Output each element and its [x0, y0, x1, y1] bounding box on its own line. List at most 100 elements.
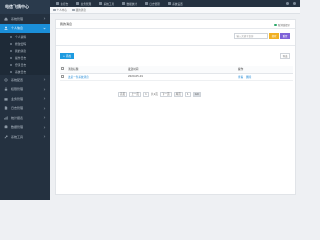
- sidebar-item-profile[interactable]: 个人信息: [0, 23, 50, 33]
- sidebar-item-label: 权限管理: [11, 87, 24, 92]
- add-button[interactable]: + 添加: [60, 53, 74, 59]
- user-icon: [53, 8, 56, 12]
- bell-icon[interactable]: [286, 2, 289, 5]
- sidebar-subitem-oplog[interactable]: 操作日志: [0, 54, 50, 61]
- header-actions: 操作: [238, 66, 293, 74]
- breadcrumb-item-messages[interactable]: 我的消息: [71, 8, 86, 12]
- chevron-right-icon: [43, 116, 46, 119]
- sidebar-item-label: 系统配置: [11, 77, 24, 82]
- top-tab-stats[interactable]: 数据统计: [122, 2, 137, 6]
- sidebar-item-label: 个人信息: [11, 26, 24, 31]
- message-title-link[interactable]: 这是一条系统消息: [68, 76, 89, 79]
- row-time: 2020-05-01: [128, 73, 238, 81]
- pager-current[interactable]: 1: [142, 92, 149, 97]
- breadcrumb-label: 个人中心: [56, 9, 67, 12]
- export-button[interactable]: 导出: [280, 53, 290, 59]
- top-tab-label: 日志管理: [149, 2, 160, 6]
- chevron-right-icon: [43, 106, 46, 110]
- top-tab-dashboard[interactable]: 主控台: [56, 2, 68, 6]
- bullet-icon: [10, 49, 12, 52]
- pager-first[interactable]: 首页: [118, 92, 128, 97]
- sidebar-subitem-password[interactable]: 修改密码: [0, 40, 50, 47]
- top-tab-tools[interactable]: 系统工具: [99, 2, 114, 6]
- pager-jump-input[interactable]: 1: [184, 92, 191, 97]
- chevron-right-icon: [43, 87, 46, 91]
- sidebar-subitem-label: 修改密码: [15, 41, 27, 46]
- sidebar-item-reports[interactable]: 统计报表: [0, 113, 50, 123]
- lock-icon: [4, 87, 8, 91]
- pager-next[interactable]: 下一页: [159, 92, 172, 97]
- bullet-icon: [10, 42, 12, 45]
- sidebar-subitem-label: 操作日志: [15, 55, 27, 60]
- sidebar-item-label: 统计报表: [11, 115, 24, 120]
- top-tab-label: 系统工具: [103, 2, 115, 6]
- row-title[interactable]: 这是一条系统消息: [68, 73, 128, 81]
- wrench-icon: [99, 2, 103, 5]
- sidebar-subitem-profile-info[interactable]: 个人资料: [0, 33, 50, 40]
- status-dot-icon: [274, 23, 278, 27]
- top-tab-logs[interactable]: 日志管理: [144, 2, 160, 6]
- reset-button[interactable]: 重置: [280, 33, 290, 39]
- breadcrumb: 个人中心 我的消息: [50, 7, 300, 14]
- sidebar-item-config[interactable]: 系统配置: [0, 75, 50, 85]
- pager-prev[interactable]: 上一页: [129, 92, 141, 97]
- gear-icon: [4, 78, 8, 82]
- messages-table: 消息标题 发送时间 操作 这是一条系统消息 2020-05-01 查看 删除: [60, 66, 293, 81]
- pager-total: 共1页: [150, 93, 158, 97]
- mail-icon: [71, 8, 75, 12]
- table-row: 这是一条系统消息 2020-05-01 查看 删除: [60, 73, 293, 81]
- pager-last[interactable]: 尾页: [173, 92, 183, 97]
- chevron-down-icon: [43, 27, 46, 29]
- panel-header: 我的消息 新消息提示: [56, 20, 295, 29]
- top-tab-business[interactable]: 业务管理: [76, 2, 91, 6]
- status-badge-label: 新消息提示: [278, 24, 290, 27]
- delete-link[interactable]: 删除: [246, 76, 251, 79]
- row-checkbox[interactable]: [61, 74, 64, 78]
- bullet-icon: [10, 63, 12, 66]
- home-icon: [56, 2, 59, 5]
- search-row: 输入关键字查询 搜索 重置: [234, 33, 290, 39]
- status-badge: 新消息提示: [274, 23, 290, 27]
- chevron-right-icon: [43, 78, 46, 81]
- top-tab-settings[interactable]: 系统设置: [167, 2, 183, 6]
- sidebar-item-label: 日志管理: [11, 106, 24, 111]
- sidebar-item-label: 业务管理: [11, 96, 24, 101]
- sidebar-item-label: 数据管理: [11, 125, 24, 130]
- top-tab-label: 系统设置: [172, 2, 183, 6]
- sidebar-item-business[interactable]: 业务管理: [0, 94, 50, 104]
- sidebar-subitem-label: 登录日志: [15, 62, 27, 67]
- sidebar-item-system[interactable]: 系统管理: [0, 14, 50, 24]
- sidebar-subitem-loginlog[interactable]: 登录日志: [0, 61, 50, 68]
- view-link[interactable]: 查看: [238, 76, 243, 79]
- header-title: 消息标题: [68, 66, 128, 74]
- table-header-row: 消息标题 发送时间 操作: [60, 66, 293, 74]
- chevron-right-icon: [43, 125, 46, 129]
- main-panel: 我的消息 新消息提示 输入关键字查询 搜索 重置 + 添加 导出 消息标题 发送…: [55, 19, 296, 195]
- sidebar: 电信飞鸽中心 系统管理 个人信息 个人资料 修改密码 我的消息 操作日志 登录日…: [0, 0, 50, 200]
- breadcrumb-label: 我的消息: [75, 9, 86, 12]
- brand-bar: 电信飞鸽中心: [0, 0, 50, 14]
- file-icon: [4, 106, 8, 110]
- pager-go-button[interactable]: GO: [192, 92, 201, 97]
- sidebar-item-permission[interactable]: 权限管理: [0, 85, 50, 95]
- chart-icon: [4, 116, 8, 120]
- sidebar-item-label: 系统工具: [11, 134, 24, 139]
- sidebar-subitem-syslog[interactable]: 系统日志: [0, 68, 50, 75]
- bullet-icon: [10, 35, 12, 38]
- bullet-icon: [10, 56, 12, 59]
- chevron-right-icon: [43, 97, 46, 100]
- top-tab-label: 业务管理: [80, 2, 92, 6]
- gear-icon: [167, 2, 171, 5]
- search-button[interactable]: 搜索: [269, 33, 279, 39]
- sidebar-item-logs[interactable]: 日志管理: [0, 104, 50, 114]
- breadcrumb-item-center[interactable]: 个人中心: [53, 8, 67, 12]
- avatar[interactable]: [293, 2, 296, 5]
- header-time: 发送时间: [128, 66, 238, 74]
- chevron-right-icon: [43, 17, 46, 20]
- sidebar-subitem-messages[interactable]: 我的消息: [0, 47, 50, 54]
- select-all-checkbox[interactable]: [61, 67, 64, 71]
- sidebar-item-data[interactable]: 数据管理: [0, 123, 50, 133]
- search-input[interactable]: 输入关键字查询: [234, 33, 268, 39]
- home-icon: [4, 17, 8, 21]
- sidebar-item-tools[interactable]: 系统工具: [0, 132, 50, 142]
